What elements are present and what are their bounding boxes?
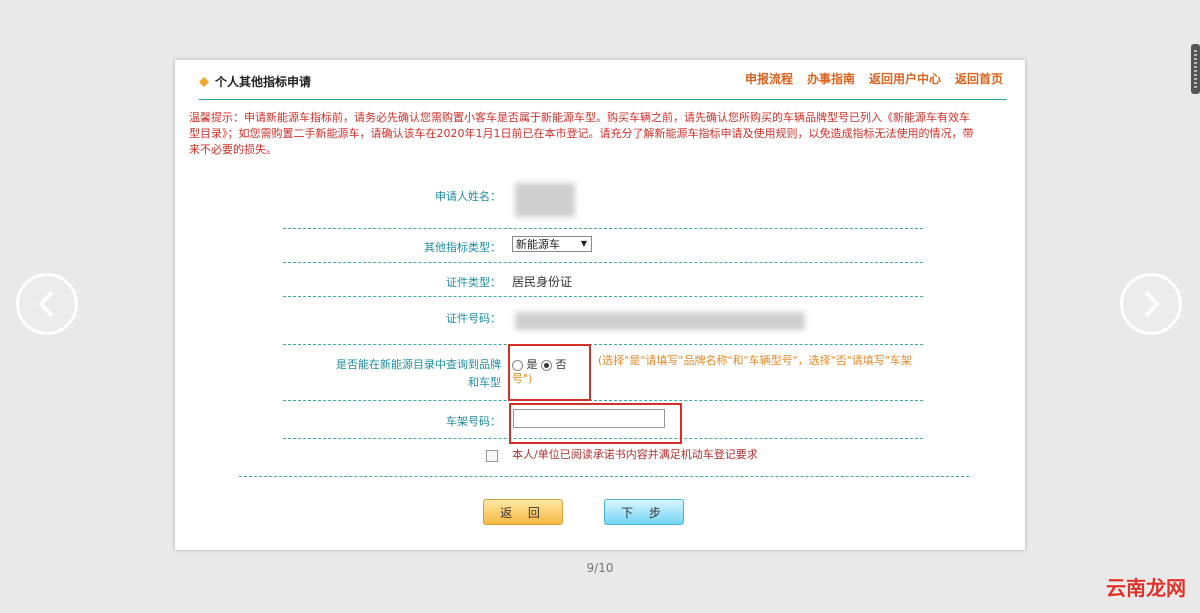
id-type-label: 证件类型： bbox=[446, 276, 501, 289]
nav-user-center[interactable]: 返回用户中心 bbox=[869, 70, 941, 87]
chevron-right-icon bbox=[1144, 290, 1160, 318]
top-nav: 申报流程 办事指南 返回用户中心 返回首页 bbox=[745, 70, 1003, 87]
highlight-box-radio bbox=[508, 344, 591, 401]
applicant-label: 申请人姓名： bbox=[435, 190, 501, 203]
vin-label: 车架号码： bbox=[446, 415, 501, 428]
type-label: 其他指标类型： bbox=[424, 241, 501, 254]
page-header: 个人其他指标申请 bbox=[199, 70, 311, 92]
agree-text: 本人/单位已阅读承诺书内容并满足机动车登记要求 bbox=[512, 448, 758, 461]
row-catalog-query: 是否能在新能源目录中查询到品牌和车型 是 否 (选择"是"请填写"品牌名称"和"… bbox=[283, 350, 923, 401]
watermark-logo: 云南龙网 bbox=[1106, 576, 1186, 600]
blurred-name bbox=[515, 183, 575, 217]
row-id-number: 证件号码： bbox=[283, 304, 923, 345]
page-title: 个人其他指标申请 bbox=[215, 74, 312, 89]
agree-checkbox[interactable] bbox=[486, 450, 498, 462]
header-divider bbox=[199, 99, 1007, 100]
next-slide-button[interactable] bbox=[1120, 273, 1182, 335]
row-applicant: 申请人姓名： bbox=[283, 178, 923, 229]
chevron-left-icon bbox=[38, 290, 54, 318]
next-button[interactable]: 下 步 bbox=[604, 499, 684, 525]
id-type-value: 居民身份证 bbox=[512, 275, 573, 289]
row-id-type: 证件类型： 居民身份证 bbox=[283, 272, 923, 297]
prev-slide-button[interactable] bbox=[16, 273, 78, 335]
page-counter: 9/10 bbox=[586, 561, 614, 575]
scrollbar-thumb[interactable] bbox=[1191, 44, 1200, 94]
highlight-box-vin bbox=[509, 403, 682, 444]
back-button[interactable]: 返 回 bbox=[483, 499, 563, 525]
catalog-query-label: 是否能在新能源目录中查询到品牌和车型 bbox=[336, 358, 501, 389]
nav-home[interactable]: 返回首页 bbox=[955, 70, 1003, 87]
blurred-id-number bbox=[515, 312, 805, 330]
form-bottom-divider bbox=[239, 476, 969, 477]
dropdown-arrow-icon: ▼ bbox=[580, 239, 587, 248]
row-type: 其他指标类型： 新能源车 ▼ bbox=[283, 236, 923, 263]
diamond-icon bbox=[199, 76, 209, 87]
type-select-value: 新能源车 bbox=[516, 238, 560, 251]
type-select[interactable]: 新能源车 ▼ bbox=[512, 236, 592, 252]
nav-guide[interactable]: 办事指南 bbox=[807, 70, 855, 87]
notice-text: 温馨提示：申请新能源车指标前，请务必先确认您需购置小客车是否属于新能源车型。购买… bbox=[189, 111, 974, 156]
nav-apply-process[interactable]: 申报流程 bbox=[745, 70, 793, 87]
application-card: 个人其他指标申请 申报流程 办事指南 返回用户中心 返回首页 温馨提示：申请新能… bbox=[175, 60, 1025, 550]
id-number-label: 证件号码： bbox=[446, 312, 501, 325]
